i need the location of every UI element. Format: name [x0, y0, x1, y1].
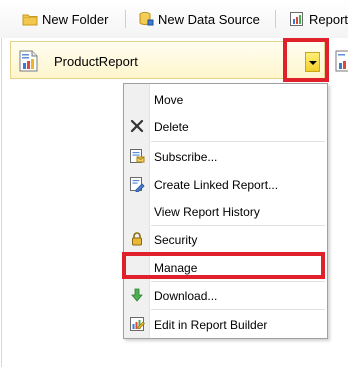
menu-separator — [151, 281, 325, 282]
menu-item-label: View Report History — [154, 205, 260, 219]
menu-item-label: Security — [154, 233, 198, 247]
report-builder-icon — [290, 12, 303, 26]
menu-item-edit-in-report-builder[interactable]: Edit in Report Builder — [124, 312, 327, 336]
linked-report-icon — [130, 177, 145, 192]
menu-item-security[interactable]: Security — [124, 227, 327, 251]
menu-item-label: Subscribe... — [154, 150, 218, 164]
new-folder-label: New Folder — [42, 11, 109, 27]
data-source-icon — [139, 12, 154, 26]
folder-icon — [22, 14, 38, 26]
new-folder-button[interactable]: New Folder — [22, 9, 108, 29]
lock-icon — [132, 232, 142, 246]
menu-item-label: Download... — [154, 289, 218, 303]
menu-item-label: Edit in Report Builder — [154, 318, 268, 332]
context-menu: Move Delete Subscribe... Create Linked R… — [123, 83, 328, 339]
report-item-row[interactable]: ProductReport — [10, 41, 325, 79]
menu-item-view-report-history[interactable]: View Report History — [124, 199, 327, 223]
menu-item-label: Move — [154, 93, 184, 107]
next-report-icon[interactable] — [333, 50, 348, 72]
report-name[interactable]: ProductReport — [54, 54, 138, 69]
menu-separator — [151, 141, 325, 142]
menu-item-delete[interactable]: Delete — [124, 114, 327, 138]
report-builder-label: Report — [309, 11, 348, 27]
report-builder-button[interactable]: Report — [289, 9, 348, 29]
report-icon — [335, 50, 348, 72]
toolbar-separator — [275, 10, 276, 28]
menu-separator — [151, 225, 325, 226]
menu-item-subscribe[interactable]: Subscribe... — [124, 144, 327, 168]
manage-highlight-box — [122, 252, 325, 279]
menu-item-label: Delete — [154, 120, 189, 134]
menu-item-download[interactable]: Download... — [124, 283, 327, 307]
subscribe-icon — [130, 149, 145, 163]
content-border — [1, 38, 2, 367]
new-data-source-label: New Data Source — [158, 11, 260, 27]
delete-x-icon — [130, 119, 144, 133]
menu-item-create-linked-report[interactable]: Create Linked Report... — [124, 172, 327, 196]
toolbar: New Folder New Data Source Report — [0, 0, 348, 38]
report-icon — [19, 50, 38, 72]
report-builder-icon — [130, 317, 145, 331]
new-data-source-button[interactable]: New Data Source — [138, 9, 260, 29]
toolbar-separator — [125, 10, 126, 28]
menu-separator — [151, 309, 325, 310]
download-icon — [131, 288, 143, 302]
menu-item-label: Create Linked Report... — [154, 178, 279, 192]
dropdown-highlight-box — [283, 38, 329, 82]
menu-item-move[interactable]: Move — [124, 87, 327, 111]
